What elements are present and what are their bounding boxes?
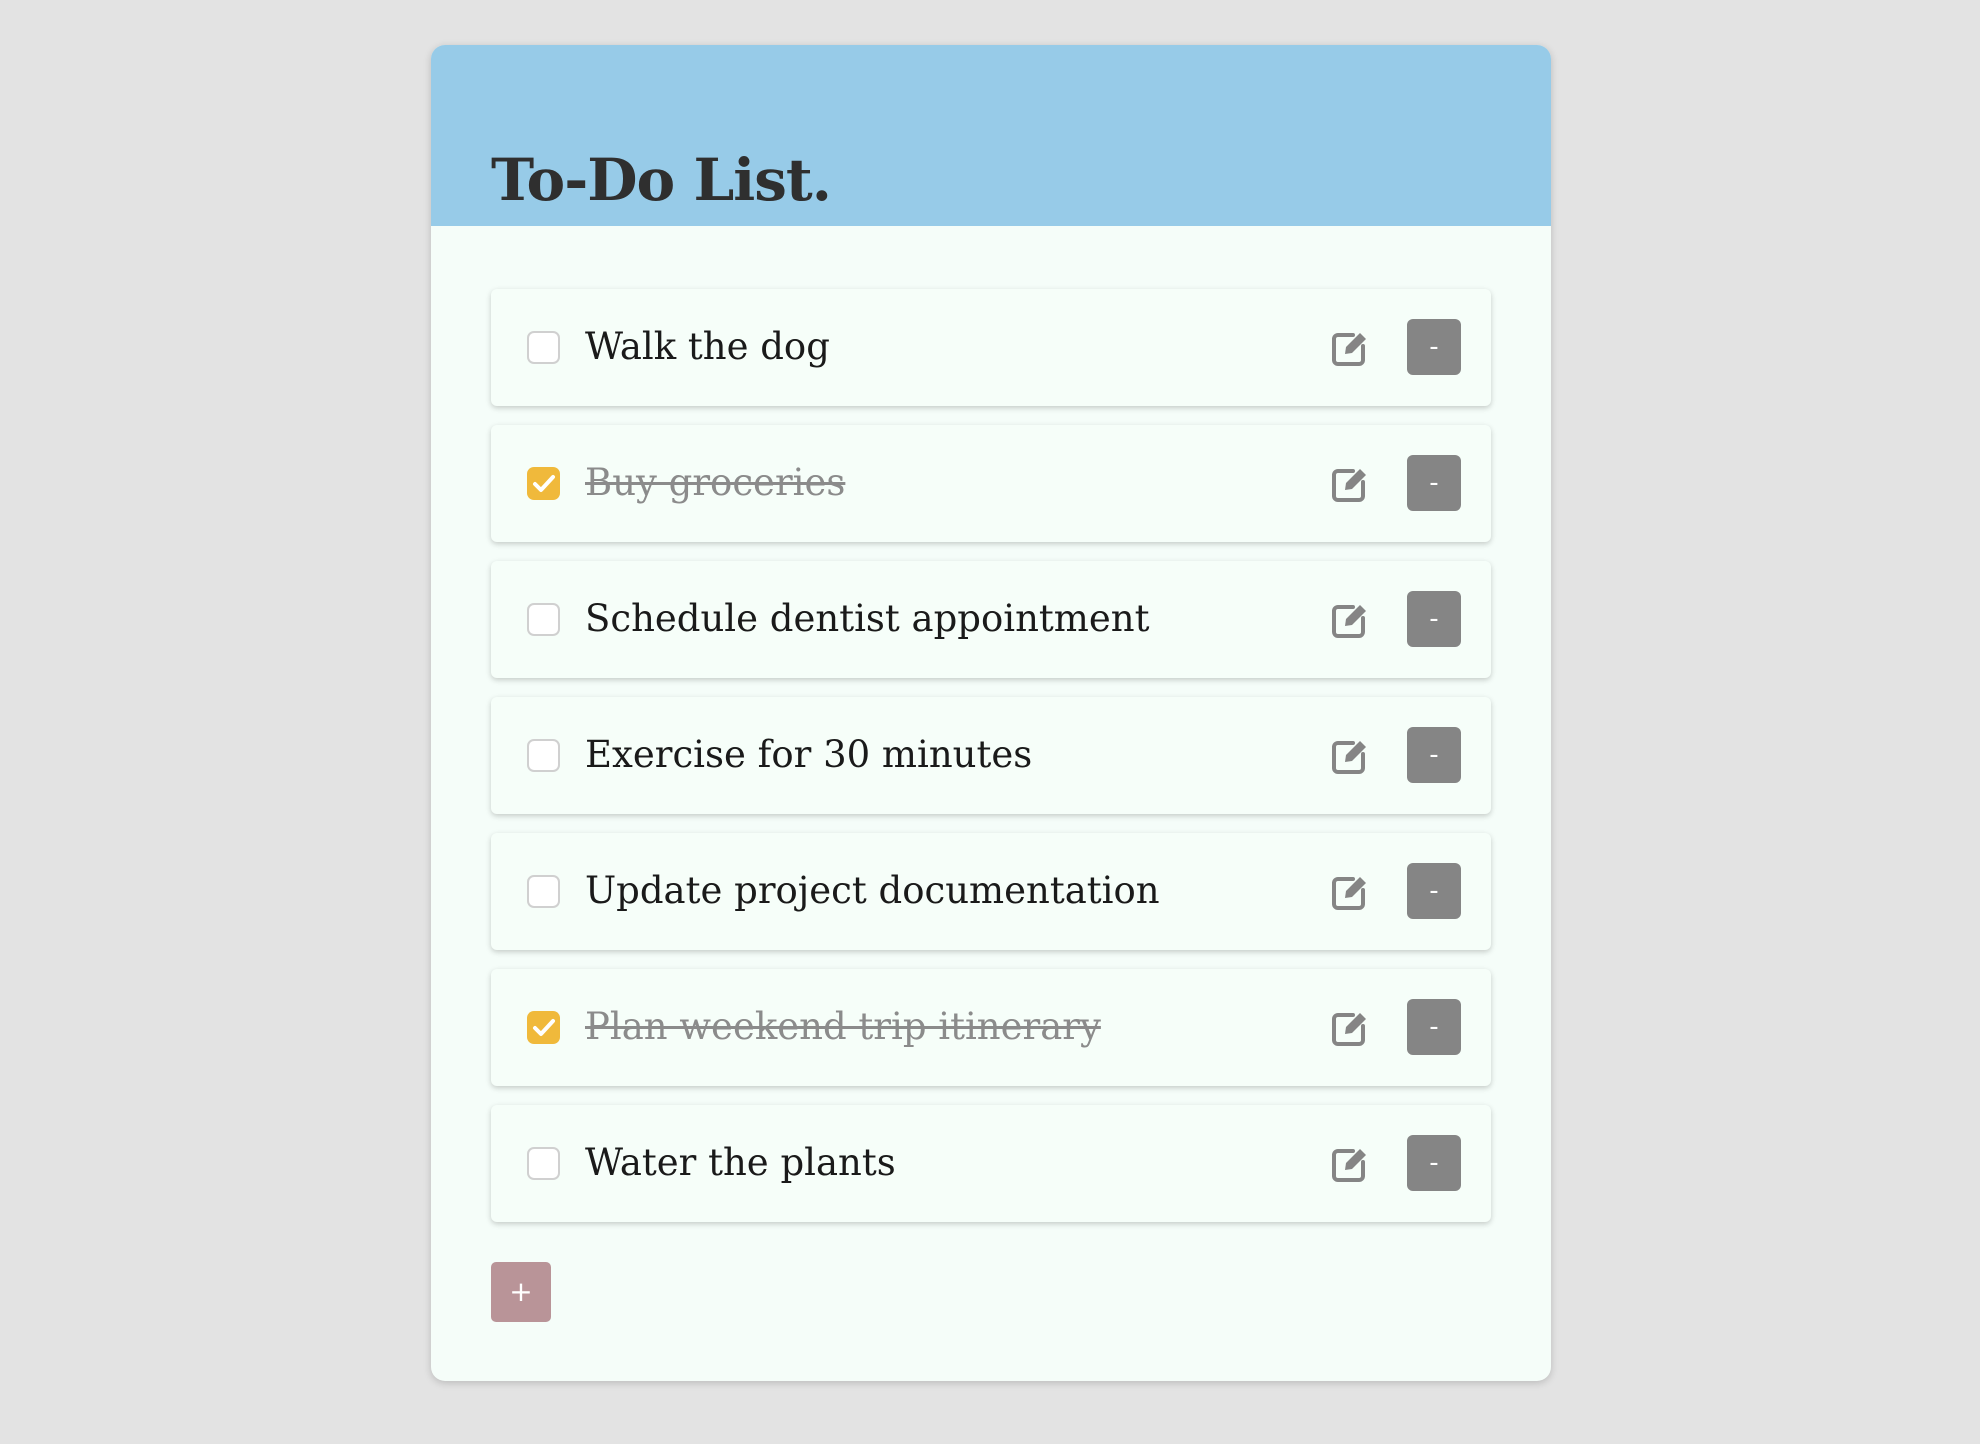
todo-checkbox[interactable] <box>527 603 560 636</box>
todo-label[interactable]: Water the plants <box>585 1137 896 1189</box>
edit-icon[interactable] <box>1329 463 1371 505</box>
todo-label[interactable]: Exercise for 30 minutes <box>585 729 1032 781</box>
todo-card: To-Do List. Walk the dog - Buy groceries… <box>431 45 1551 1381</box>
todo-checkbox[interactable] <box>527 1147 560 1180</box>
remove-button[interactable]: - <box>1407 727 1461 783</box>
edit-icon[interactable] <box>1329 1143 1371 1185</box>
edit-icon[interactable] <box>1329 735 1371 777</box>
todo-label[interactable]: Walk the dog <box>585 321 830 373</box>
todo-item: Water the plants - <box>491 1105 1491 1222</box>
edit-icon[interactable] <box>1329 599 1371 641</box>
todo-item: Buy groceries - <box>491 425 1491 542</box>
todo-item: Schedule dentist appointment - <box>491 561 1491 678</box>
edit-icon[interactable] <box>1329 1007 1371 1049</box>
remove-button[interactable]: - <box>1407 319 1461 375</box>
todo-label[interactable]: Update project documentation <box>585 865 1160 917</box>
todo-checkbox[interactable] <box>527 331 560 364</box>
todo-item: Exercise for 30 minutes - <box>491 697 1491 814</box>
edit-icon[interactable] <box>1329 871 1371 913</box>
page-title: To-Do List. <box>491 146 832 214</box>
todo-checkbox[interactable] <box>527 875 560 908</box>
todo-checkbox[interactable] <box>527 739 560 772</box>
todo-label[interactable]: Plan weekend trip itinerary <box>585 1001 1101 1053</box>
edit-icon[interactable] <box>1329 327 1371 369</box>
todo-item: Update project documentation - <box>491 833 1491 950</box>
header: To-Do List. <box>431 45 1551 226</box>
remove-button[interactable]: - <box>1407 863 1461 919</box>
remove-button[interactable]: - <box>1407 999 1461 1055</box>
remove-button[interactable]: - <box>1407 591 1461 647</box>
todo-item: Plan weekend trip itinerary - <box>491 969 1491 1086</box>
todo-list: Walk the dog - Buy groceries - Schedule … <box>491 289 1491 1241</box>
todo-checkbox[interactable] <box>527 1011 560 1044</box>
add-todo-button[interactable]: + <box>491 1262 551 1322</box>
todo-item: Walk the dog - <box>491 289 1491 406</box>
todo-label[interactable]: Schedule dentist appointment <box>585 593 1149 645</box>
todo-checkbox[interactable] <box>527 467 560 500</box>
remove-button[interactable]: - <box>1407 455 1461 511</box>
todo-label[interactable]: Buy groceries <box>585 457 845 509</box>
remove-button[interactable]: - <box>1407 1135 1461 1191</box>
